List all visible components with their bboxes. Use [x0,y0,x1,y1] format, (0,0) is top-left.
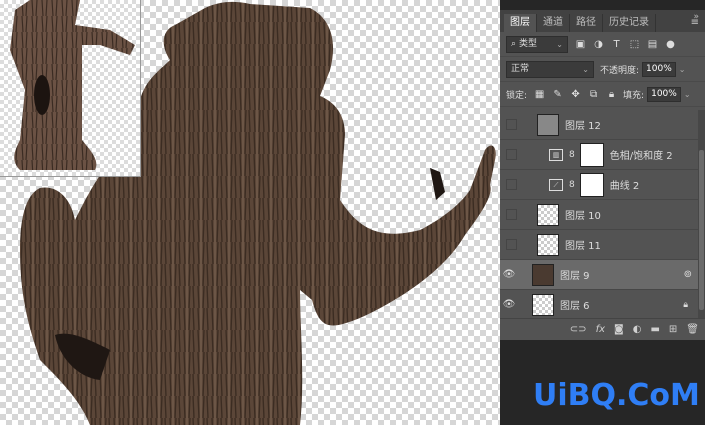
link-layers-icon[interactable]: ⊂⊃ [570,324,587,335]
lock-image-icon[interactable]: ✎ [552,89,563,100]
search-icon: ⌕ [511,38,517,49]
layers-toolbar: ⊂⊃ fx ◙ ◐ ▬ ⊞ 🗑︎ [500,318,705,340]
panel-tabs: 图层 通道 路径 历史记录 ≡ [500,10,705,32]
layer-name: 图层 6 [560,301,590,312]
tab-history[interactable]: 历史记录 [603,14,656,32]
layer-thumbnail [537,203,559,226]
opacity-input[interactable]: 100% [642,61,676,77]
collapse-icon[interactable]: » [693,12,699,22]
lock-all-icon[interactable]: 🔒︎ [606,89,617,100]
new-layer-icon[interactable]: ⊞ [669,324,677,335]
opacity-dropdown-icon[interactable]: ⌄ [679,65,686,74]
linked-smart-icon: ⊚ [683,269,692,280]
filter-toggle-icon[interactable]: ● [665,39,676,50]
lock-position-icon[interactable]: ✥ [570,89,581,100]
curves-icon: ⟋ [549,178,563,191]
reference-tree-thumbnail [0,0,141,177]
chevron-down-icon: ⌄ [582,64,589,74]
add-mask-icon[interactable]: ◙ [614,324,624,335]
hue-saturation-icon: ▥ [549,148,563,161]
blend-mode-value: 正常 [511,63,530,74]
fill-dropdown-icon[interactable]: ⌄ [684,90,691,99]
layer-row[interactable]: 👁︎ 图层 6 🔒︎ [500,290,698,320]
layer-row[interactable]: 图层 10 [500,200,698,230]
layer-mask-thumbnail[interactable] [579,172,604,197]
shape-filter-icon[interactable]: ⬚ [629,39,640,50]
layer-name: 图层 9 [560,271,590,282]
pixel-filter-icon[interactable]: ▣ [575,39,586,50]
layer-name: 色相/饱和度 2 [609,151,673,162]
lock-artboard-icon[interactable]: ⧉ [588,89,599,100]
lock-row: 锁定: ▦ ✎ ✥ ⧉ 🔒︎ 填充: 100% ⌄ [500,82,705,107]
layer-name: 图层 10 [565,211,601,222]
fill-input[interactable]: 100% [647,86,681,102]
smart-object-filter-icon[interactable]: ▤ [647,39,658,50]
layer-row[interactable]: ⟋ 8 曲线 2 [500,170,698,200]
layer-filter-select[interactable]: ⌕ 类型 ⌄ [506,35,568,53]
chevron-down-icon: ⌄ [556,39,563,49]
filter-row: ⌕ 类型 ⌄ ▣ ◑ T ⬚ ▤ ● [500,32,705,57]
eye-icon[interactable]: 👁︎ [502,299,516,310]
tab-layers[interactable]: 图层 [504,14,537,32]
tab-channels[interactable]: 通道 [537,14,570,32]
layer-name: 图层 12 [565,121,601,132]
layer-row[interactable]: 图层 11 [500,230,698,260]
adjustment-filter-icon[interactable]: ◑ [593,39,604,50]
layer-thumbnail [532,293,554,316]
visibility-toggle[interactable] [506,179,517,190]
layer-list: 图层 12 ▥ 8 色相/饱和度 2 ⟋ 8 曲线 2 图层 10 图层 11 [500,110,698,320]
layer-row[interactable]: ▥ 8 色相/饱和度 2 [500,140,698,170]
layer-thumbnail [537,233,559,256]
opacity-label: 不透明度: [600,65,640,76]
tab-paths[interactable]: 路径 [570,14,603,32]
lock-icon: 🔒︎ [683,299,688,310]
layer-thumbnail [537,113,559,136]
link-icon: 8 [569,149,575,160]
eye-icon[interactable]: 👁︎ [502,269,516,280]
trash-icon[interactable]: 🗑︎ [686,324,699,335]
visibility-toggle[interactable] [506,119,517,130]
link-icon: 8 [569,179,575,190]
new-group-icon[interactable]: ▬ [650,324,659,335]
layer-name: 曲线 2 [609,181,640,192]
fx-icon[interactable]: fx [596,324,605,335]
visibility-toggle[interactable] [506,239,517,250]
layer-row-selected[interactable]: 👁︎ 图层 9 ⊚ [500,260,698,290]
layer-name: 图层 11 [565,241,601,252]
site-watermark: UiBQ.CoM [533,378,700,413]
lock-transparency-icon[interactable]: ▦ [534,89,545,100]
scrollbar-thumb[interactable] [699,150,704,310]
new-adjustment-icon[interactable]: ◐ [633,324,642,335]
layer-row[interactable]: 图层 12 [500,110,698,140]
type-filter-icon[interactable]: T [611,39,622,50]
visibility-toggle[interactable] [506,149,517,160]
blend-row: 正常 ⌄ 不透明度: 100% ⌄ [500,57,705,82]
layer-thumbnail [532,263,554,286]
layer-list-scrollbar[interactable] [698,110,705,318]
lock-label: 锁定: [506,90,528,101]
layer-mask-thumbnail[interactable] [579,142,604,167]
fill-label: 填充: [623,90,645,101]
filter-type-label: 类型 [519,38,538,49]
layers-panel: » 图层 通道 路径 历史记录 ≡ ⌕ 类型 ⌄ ▣ ◑ T ⬚ ▤ ● 正常 … [500,10,705,340]
visibility-toggle[interactable] [506,209,517,220]
blend-mode-select[interactable]: 正常 ⌄ [506,60,594,78]
